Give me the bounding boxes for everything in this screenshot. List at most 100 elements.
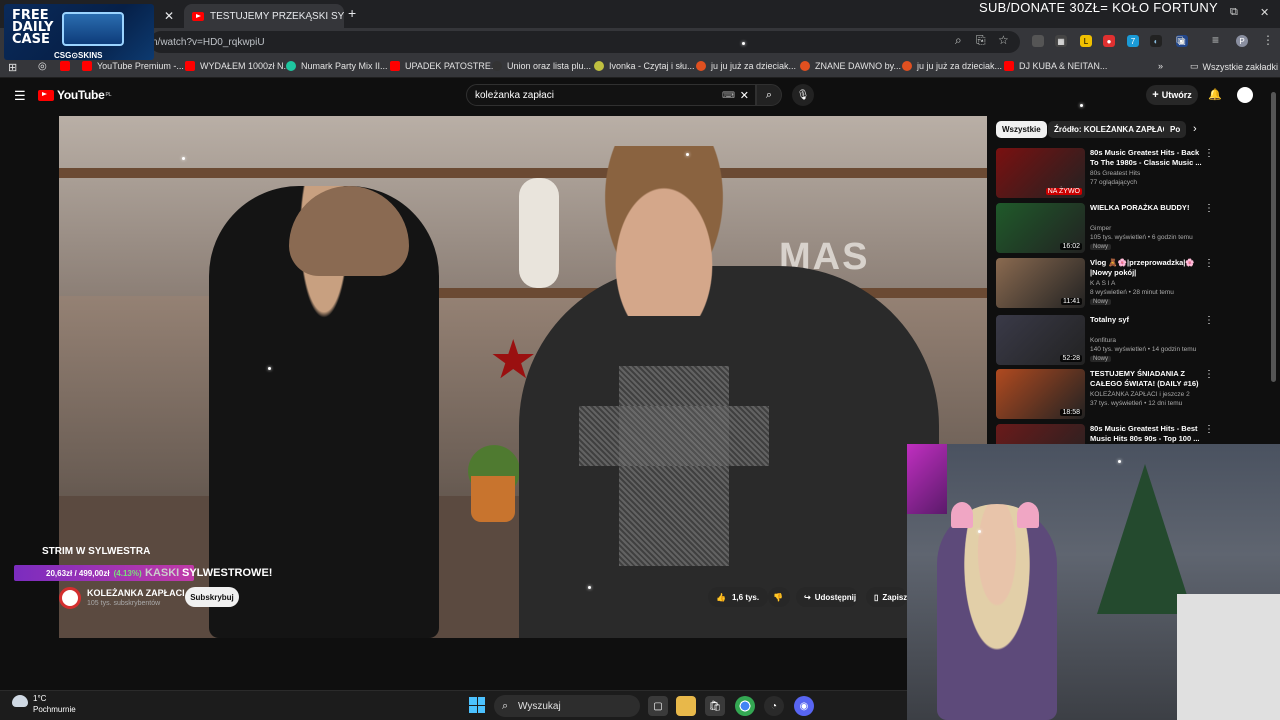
browser-menu-icon[interactable]: ⋮ xyxy=(1262,33,1274,47)
recommendation-meta: 140 tys. wyświetleń • 14 godzin temu xyxy=(1090,346,1197,353)
apps-grid-icon[interactable]: ⊞ xyxy=(8,61,17,74)
share-button[interactable]: ↪ Udostępnij xyxy=(796,587,858,607)
recommendation-item[interactable]: 11:41 Vlog 🧸🌸|przeprowadzka|🌸 |Nowy pokój… xyxy=(996,258,1216,310)
chevron-right-icon[interactable]: › xyxy=(1193,123,1197,135)
voice-search-button[interactable]: 🎙 xyxy=(792,84,814,106)
extension-icon[interactable]: ● xyxy=(1103,35,1115,47)
more-options-icon[interactable]: ⋮ xyxy=(1204,203,1214,214)
discord-icon[interactable]: ◉ xyxy=(794,696,814,716)
bookmark-icon: ▯ xyxy=(874,592,879,602)
file-explorer-icon[interactable] xyxy=(676,696,696,716)
chip-source[interactable]: Źródło: KOLEŻANKA ZAPŁACI xyxy=(1048,121,1177,138)
profile-avatar-icon[interactable]: P xyxy=(1236,35,1248,47)
cast-icon[interactable]: ⎘ xyxy=(976,33,986,48)
close-tab-icon[interactable]: ✕ xyxy=(164,9,174,23)
video-thumbnail[interactable]: NA ŻYWO xyxy=(996,148,1085,198)
bookmark-item[interactable]: ju ju już za dzieciak... xyxy=(902,61,1002,71)
recommendation-title[interactable]: WIELKA PORAŻKA BUDDY! xyxy=(1090,203,1202,213)
recommendation-meta: 77 oglądających xyxy=(1090,179,1137,186)
extension-icon[interactable]: ▦ xyxy=(1055,35,1067,47)
recommendation-item[interactable]: 18:58 TESTUJEMY ŚNIADANIA Z CAŁEGO ŚWIATA… xyxy=(996,369,1216,421)
bookmark-item[interactable]: Union oraz lista plu... xyxy=(492,61,591,71)
youtube-logo[interactable]: YouTube PL xyxy=(38,88,112,102)
bookmark-item[interactable]: DJ KUBA & NEITAN... xyxy=(1004,61,1107,71)
windows-start-icon[interactable] xyxy=(469,697,485,713)
save-button[interactable]: ▯ Zapisz xyxy=(866,587,907,607)
browser-tab-active[interactable]: TESTUJEMY PRZEKĄSKI SYL 🔊 ✕ xyxy=(184,4,344,28)
create-button[interactable]: + Utwórz xyxy=(1146,85,1198,105)
sidebar-scrollbar[interactable] xyxy=(1271,92,1276,382)
like-button[interactable]: 👍 1,6 tys. xyxy=(708,587,768,607)
notifications-bell-icon[interactable]: 🔔 xyxy=(1208,88,1222,101)
recommendation-item[interactable]: NA ŻYWO 80s Music Greatest Hits - Back To… xyxy=(996,148,1216,200)
video-thumbnail[interactable]: 18:58 xyxy=(996,369,1085,419)
recommendation-channel[interactable]: KOLEŻANKA ZAPŁACI i jeszcze 2 xyxy=(1090,391,1190,398)
recommendation-title[interactable]: Totalny syf xyxy=(1090,315,1202,325)
extension-icon[interactable] xyxy=(1032,35,1044,47)
task-view-icon[interactable]: ▢ xyxy=(648,696,668,716)
extension-icon[interactable]: 7 xyxy=(1127,35,1139,47)
keyboard-icon[interactable]: ⌨ xyxy=(722,90,735,101)
chip-all[interactable]: Wszystkie xyxy=(996,121,1047,138)
video-thumbnail[interactable]: 16:02 xyxy=(996,203,1085,253)
close-window-icon[interactable]: ✕ xyxy=(1260,6,1269,19)
extension-icon[interactable]: L xyxy=(1080,35,1092,47)
extensions-puzzle-icon[interactable]: ⧉ xyxy=(1176,33,1185,48)
address-bar[interactable]: n/watch?v=HD0_rqkwpiU xyxy=(150,31,1020,53)
bookmark-item[interactable]: Ivonka - Czytaj i słu... xyxy=(594,61,695,71)
chip-more[interactable]: Po xyxy=(1164,121,1186,138)
extension-icon[interactable]: ◐ xyxy=(1150,35,1162,47)
bookmark-item[interactable]: WYDAŁEM 1000zł N... xyxy=(185,61,291,71)
bookmark-folder-icon[interactable]: ◎ xyxy=(38,61,47,72)
more-options-icon[interactable]: ⋮ xyxy=(1204,258,1214,269)
recommendation-title[interactable]: TESTUJEMY ŚNIADANIA Z CAŁEGO ŚWIATA! (DA… xyxy=(1090,369,1202,389)
store-icon[interactable]: 🛍 xyxy=(705,696,725,716)
channel-avatar[interactable] xyxy=(59,587,81,609)
recommendation-item[interactable]: 52:28 Totalny syf Konfitura 140 tys. wyświe… xyxy=(996,315,1216,367)
channel-name[interactable]: KOLEŻANKA ZAPŁACI xyxy=(87,588,185,598)
more-options-icon[interactable]: ⋮ xyxy=(1204,315,1214,326)
weather-temperature[interactable]: 1°C xyxy=(33,694,46,703)
all-bookmarks-folder[interactable]: ▭ Wszystkie zakładki xyxy=(1190,61,1278,72)
recommendation-item[interactable]: 16:02 WIELKA PORAŻKA BUDDY! Gimper 105 tys.… xyxy=(996,203,1216,255)
recommendation-channel[interactable]: 80s Greatest Hits xyxy=(1090,170,1140,177)
more-options-icon[interactable]: ⋮ xyxy=(1204,148,1214,159)
app-icon[interactable]: ◔ xyxy=(764,696,784,716)
search-input[interactable]: koleżanka zapłaci ⌨ ✕ xyxy=(466,84,756,106)
recommendation-channel[interactable]: K A S I A xyxy=(1090,280,1115,287)
recommendation-title[interactable]: 80s Music Greatest Hits - Best Music Hit… xyxy=(1090,424,1202,444)
media-controls-icon[interactable]: ≡ xyxy=(1212,33,1219,47)
bookmark-item[interactable]: ZNANE DAWNO by... xyxy=(800,61,901,71)
search-button[interactable]: ⌕ xyxy=(756,84,782,106)
youtube-favicon-icon xyxy=(192,11,204,21)
cloud-weather-icon[interactable] xyxy=(12,695,28,707)
clear-search-icon[interactable]: ✕ xyxy=(740,89,749,102)
zoom-icon[interactable]: ⌕ xyxy=(955,33,962,48)
new-tab-button[interactable]: + xyxy=(348,5,356,21)
account-avatar[interactable] xyxy=(1237,87,1253,103)
live-badge: NA ŻYWO xyxy=(1045,188,1082,195)
bookmark-item[interactable]: YouTube Premium -... xyxy=(82,61,184,71)
more-options-icon[interactable]: ⋮ xyxy=(1204,369,1214,380)
bookmark-item[interactable]: UPADEK PATOSTRE... xyxy=(390,61,498,71)
bookmark-item[interactable]: ju ju już za dzieciak... xyxy=(696,61,796,71)
video-thumbnail[interactable]: 52:28 xyxy=(996,315,1085,365)
video-player[interactable]: MAS ★ xyxy=(59,116,987,638)
minimize-icon[interactable]: ⧉ xyxy=(1230,6,1238,19)
recommendation-title[interactable]: 80s Music Greatest Hits - Back To The 19… xyxy=(1090,148,1202,168)
subscribe-button[interactable]: Subskrybuj xyxy=(185,587,239,607)
chrome-icon[interactable] xyxy=(735,696,755,716)
video-thumbnail[interactable]: 11:41 xyxy=(996,258,1085,308)
bookmark-star-icon[interactable]: ☆ xyxy=(998,33,1009,47)
recommendation-channel[interactable]: Gimper xyxy=(1090,225,1111,232)
taskbar-search-input[interactable]: ⌕ Wyszukaj xyxy=(494,695,640,717)
recommendation-channel[interactable]: Konfitura xyxy=(1090,337,1116,344)
weather-description[interactable]: Pochmurnie xyxy=(33,705,76,714)
bookmark-item[interactable]: Numark Party Mix II... xyxy=(286,61,388,71)
bookmark-item[interactable] xyxy=(60,61,75,71)
more-options-icon[interactable]: ⋮ xyxy=(1204,424,1214,435)
more-bookmarks-icon[interactable]: » xyxy=(1158,61,1163,71)
hamburger-menu-icon[interactable]: ☰ xyxy=(14,88,26,104)
recommendation-title[interactable]: Vlog 🧸🌸|przeprowadzka|🌸 |Nowy pokój| xyxy=(1090,258,1202,278)
dislike-button[interactable]: 👎 xyxy=(768,587,790,607)
